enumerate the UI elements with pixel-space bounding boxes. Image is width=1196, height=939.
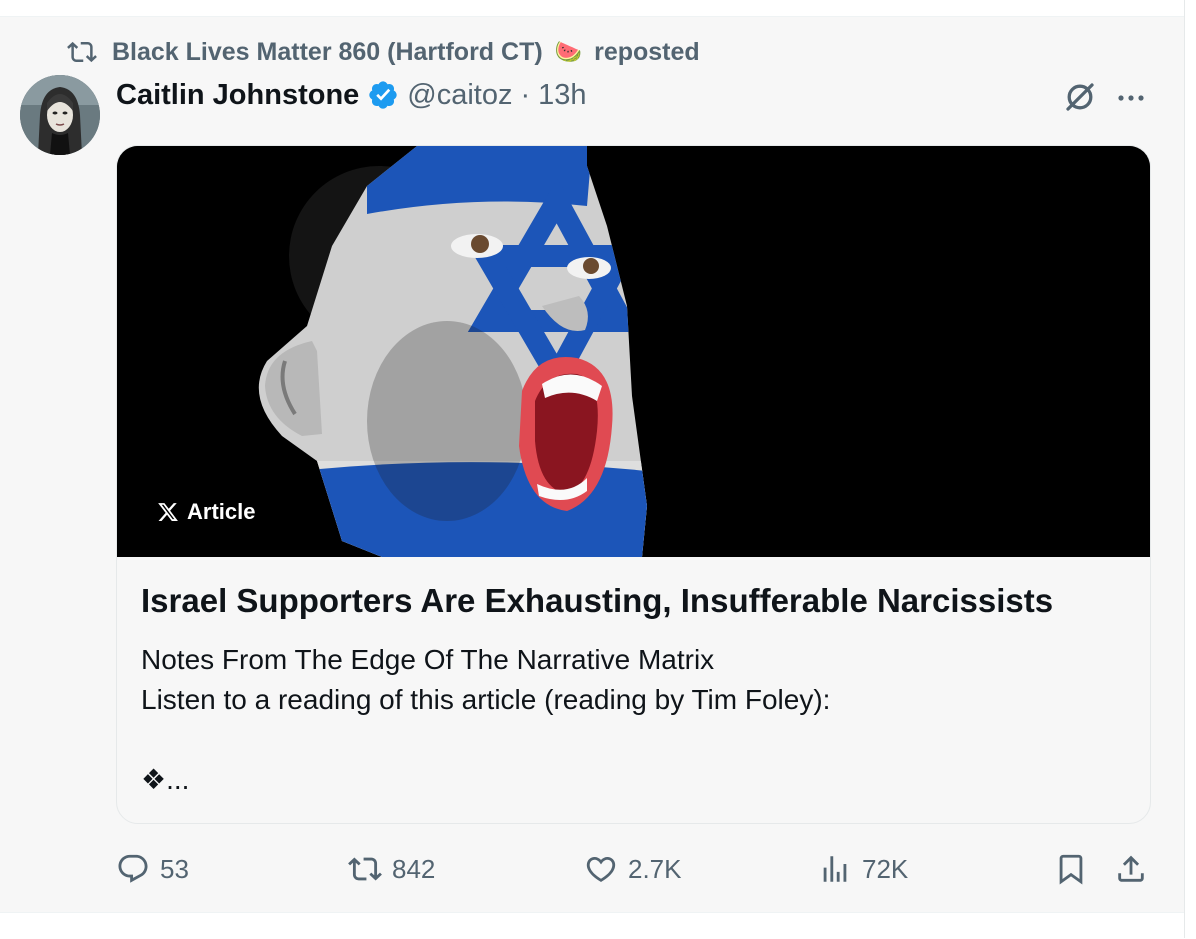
more-icon[interactable]	[1114, 83, 1148, 113]
repost-count: 842	[392, 853, 436, 884]
post-actions: 53 842 2.7K 72K	[0, 847, 1184, 891]
article-card[interactable]: Article Israel Supporters Are Exhausting…	[116, 145, 1151, 824]
repost-icon	[67, 41, 97, 63]
article-cover-image[interactable]: Article	[117, 146, 1150, 557]
like-count: 2.7K	[628, 853, 682, 884]
like-button[interactable]: 2.7K	[584, 847, 682, 891]
header-separator: ·	[520, 78, 531, 111]
reply-icon	[118, 854, 148, 883]
repost-indicator[interactable]: Black Lives Matter 860 (Hartford CT) 🍉 r…	[64, 37, 700, 67]
author-name[interactable]: Caitlin Johnstone	[116, 79, 359, 112]
views-button[interactable]: 72K	[818, 847, 908, 891]
article-desc-line-1: Notes From The Edge Of The Narrative Mat…	[141, 644, 715, 675]
article-description: Notes From The Edge Of The Narrative Mat…	[141, 640, 1131, 800]
post-header: Caitlin Johnstone @caitoz · 13h	[116, 75, 587, 115]
grok-icon[interactable]	[1062, 79, 1098, 115]
author-handle[interactable]: @caitoz	[407, 79, 512, 112]
repost-suffix: reposted	[594, 37, 700, 66]
article-badge: Article	[157, 499, 255, 525]
next-post-edge	[0, 912, 1184, 939]
post-time[interactable]: 13h	[538, 79, 586, 112]
avatar[interactable]	[20, 75, 100, 155]
bookmark-icon	[1059, 854, 1083, 885]
article-desc-line-2: Listen to a reading of this article (rea…	[141, 684, 831, 715]
x-logo-icon	[158, 503, 178, 521]
like-icon	[586, 856, 616, 882]
article-title[interactable]: Israel Supporters Are Exhausting, Insuff…	[141, 582, 1131, 620]
views-icon	[823, 856, 847, 882]
article-desc-line-3: ❖...	[141, 764, 190, 795]
reply-count: 53	[160, 853, 189, 884]
previous-post-edge	[0, 0, 1184, 17]
repost-icon	[348, 857, 382, 881]
reply-button[interactable]: 53	[116, 847, 189, 891]
share-button[interactable]	[1114, 847, 1148, 891]
repost-user[interactable]: Black Lives Matter 860 (Hartford CT)	[112, 38, 543, 67]
repost-button[interactable]: 842	[348, 847, 435, 891]
share-icon	[1118, 855, 1144, 882]
face-painted-flag-image	[117, 146, 1150, 557]
avatar-image	[20, 75, 100, 155]
article-desc-spacer	[141, 720, 1131, 760]
post[interactable]: Black Lives Matter 860 (Hartford CT) 🍉 r…	[0, 17, 1184, 912]
bookmark-button[interactable]	[1054, 847, 1088, 891]
view-count: 72K	[862, 853, 909, 884]
article-badge-label: Article	[187, 499, 256, 524]
timeline-border	[1184, 0, 1185, 938]
verified-icon[interactable]	[367, 79, 399, 111]
watermelon-emoji: 🍉	[554, 39, 583, 64]
